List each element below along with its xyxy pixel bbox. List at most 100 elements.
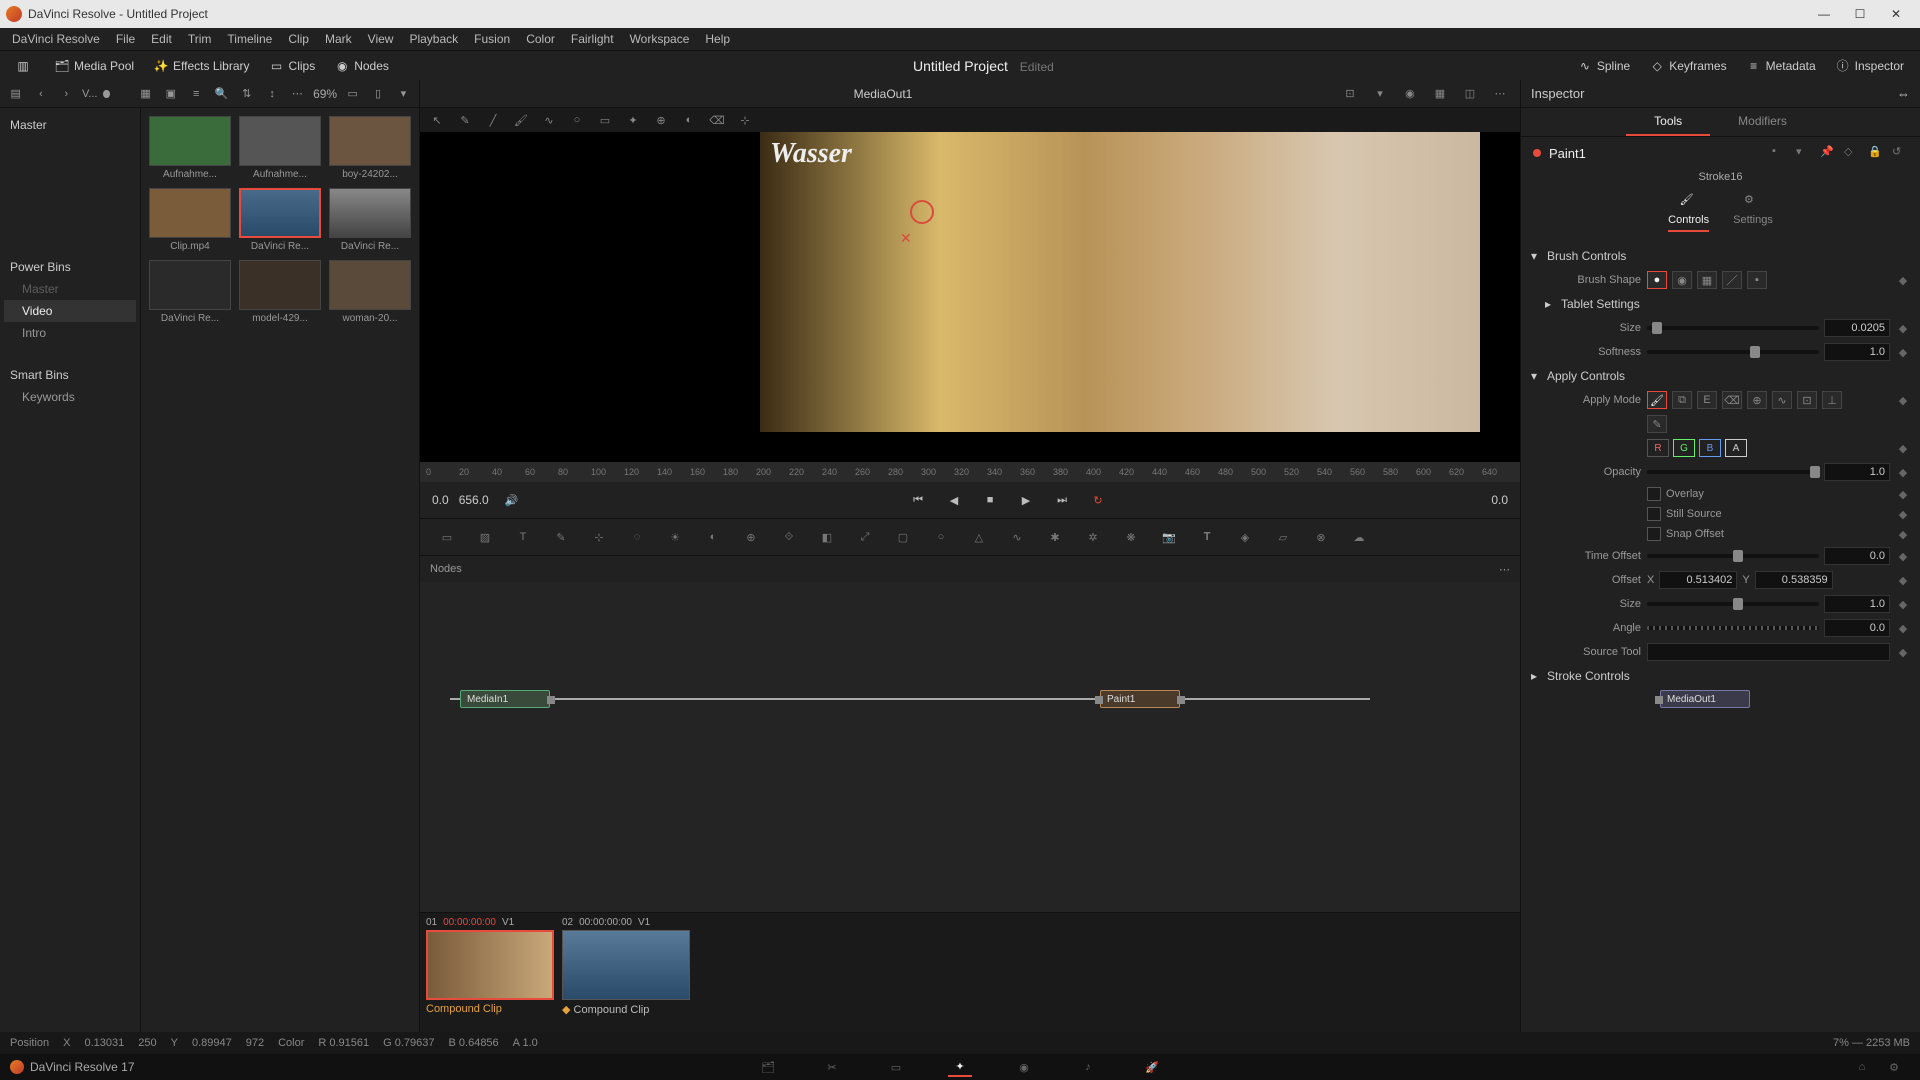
menu-clip[interactable]: Clip <box>280 30 317 48</box>
clip-item[interactable]: DaVinci Re... <box>239 188 321 252</box>
eraser-tool-icon[interactable]: ⌫ <box>708 111 726 129</box>
angle-value[interactable]: 0.0 <box>1824 619 1890 637</box>
paint-tool-icon[interactable]: ✎ <box>550 526 572 548</box>
snap-offset-checkbox[interactable] <box>1647 527 1661 541</box>
offset-x-value[interactable]: 0.513402 <box>1659 571 1737 589</box>
clip-item[interactable]: boy-24202... <box>329 116 411 180</box>
viewer-grid-button[interactable]: ▦ <box>1428 83 1452 105</box>
particles-tool-icon[interactable]: ✱ <box>1044 526 1066 548</box>
inspector-expand-button[interactable]: ⇔ <box>1897 86 1910 101</box>
brush-shape-custom-button[interactable]: ▪ <box>1747 271 1767 289</box>
clip-strip-item[interactable]: 0200:00:00:00V1 ◆ Compound Clip <box>562 917 690 1028</box>
freehand-tool-icon[interactable]: ✎ <box>456 111 474 129</box>
imageplane-tool-icon[interactable]: ▱ <box>1272 526 1294 548</box>
brush-shape-square-button[interactable]: ▦ <box>1697 271 1717 289</box>
apply-mode-smear-button[interactable]: ∿ <box>1772 391 1792 409</box>
node-pin-button[interactable]: 📌 <box>1820 145 1836 161</box>
brush-shape-soft-button[interactable]: ◉ <box>1672 271 1692 289</box>
nodes-options-button[interactable]: ⋯ <box>1499 563 1510 576</box>
apply-mode-color-button[interactable]: 🖌 <box>1647 391 1667 409</box>
select-tool-icon[interactable]: ↖ <box>428 111 446 129</box>
menu-help[interactable]: Help <box>697 30 738 48</box>
channel-a-button[interactable]: A <box>1725 439 1747 457</box>
brush-shape-circle-button[interactable]: ● <box>1647 271 1667 289</box>
page-color-button[interactable]: ◉ <box>1012 1057 1036 1077</box>
keyframe-button[interactable]: ◆ <box>1896 346 1910 359</box>
layout-dropdown-button[interactable]: ▾ <box>394 82 413 106</box>
prender-tool-icon[interactable]: ✲ <box>1082 526 1104 548</box>
merge3d-tool-icon[interactable]: ⊗ <box>1310 526 1332 548</box>
node-reset-button[interactable]: ↺ <box>1892 145 1908 161</box>
picker-tool-icon[interactable]: ⊹ <box>736 111 754 129</box>
brush-shape-line-button[interactable]: ／ <box>1722 271 1742 289</box>
circle-tool-icon[interactable]: ○ <box>568 111 586 129</box>
keyframe-button[interactable]: ◆ <box>1896 622 1910 635</box>
maximize-button[interactable]: ☐ <box>1842 2 1878 26</box>
apply-mode-stamp-button[interactable]: ⊡ <box>1797 391 1817 409</box>
keyframe-button[interactable]: ◆ <box>1896 574 1910 587</box>
tab-tools[interactable]: Tools <box>1626 108 1710 136</box>
clips-button[interactable]: ▭Clips <box>260 55 326 77</box>
page-deliver-button[interactable]: 🚀 <box>1140 1057 1164 1077</box>
effects-library-button[interactable]: ✨Effects Library <box>144 55 259 77</box>
node-versions-button[interactable]: ▾ <box>1796 145 1812 161</box>
sort-button[interactable]: ↕ <box>262 82 281 106</box>
view-list-button[interactable]: ≡ <box>187 82 206 106</box>
node-paint[interactable]: Paint1 <box>1100 690 1180 708</box>
polyline-tool-icon[interactable]: ╱ <box>484 111 502 129</box>
menu-mark[interactable]: Mark <box>317 30 360 48</box>
time-offset-value[interactable]: 0.0 <box>1824 547 1890 565</box>
background-tool-icon[interactable]: ▭ <box>436 526 458 548</box>
clip-item[interactable]: model-429... <box>239 260 321 324</box>
viewer-canvas[interactable]: Wasser ✕ <box>420 132 1520 462</box>
keyframe-button[interactable]: ◆ <box>1896 508 1910 521</box>
overlay-checkbox[interactable] <box>1647 487 1661 501</box>
volume-button[interactable]: 🔊 <box>499 487 525 513</box>
text-tool-icon[interactable]: T <box>512 526 534 548</box>
matte-tool-icon[interactable]: ◧ <box>816 526 838 548</box>
spline-button[interactable]: ∿Spline <box>1568 55 1640 77</box>
menu-trim[interactable]: Trim <box>180 30 220 48</box>
ellipse-mask-icon[interactable]: ○ <box>930 526 952 548</box>
apply-mode-erase-button[interactable]: ⌫ <box>1722 391 1742 409</box>
clip-item[interactable]: DaVinci Re... <box>149 260 231 324</box>
keyframe-button[interactable]: ◆ <box>1896 442 1910 455</box>
bin-mode-button[interactable]: ▤ <box>6 82 25 106</box>
clone-tool-icon[interactable]: ⊕ <box>652 111 670 129</box>
mask-tool-icon[interactable]: ◐ <box>680 111 698 129</box>
page-fairlight-button[interactable]: ♪ <box>1076 1057 1100 1077</box>
time-ruler[interactable]: 0204060801001201401601802002202402602803… <box>420 462 1520 482</box>
size-slider[interactable] <box>1647 326 1819 330</box>
channel-g-button[interactable]: G <box>1673 439 1695 457</box>
view-mode-label[interactable]: V... <box>82 88 98 100</box>
rect-tool-icon[interactable]: ▭ <box>596 111 614 129</box>
home-button[interactable]: ⌂ <box>1850 1057 1874 1077</box>
brightness-tool-icon[interactable]: ◐ <box>702 526 724 548</box>
node-graph[interactable]: MediaIn1 Paint1 MediaOut1 <box>420 582 1520 912</box>
apply-mode-merge-button[interactable]: ⊕ <box>1747 391 1767 409</box>
smart-bins-header[interactable]: Smart Bins <box>4 364 136 386</box>
node-lock-button[interactable]: 🔒 <box>1868 145 1884 161</box>
viewer-channel-button[interactable]: ◉ <box>1398 83 1422 105</box>
fastnoise-tool-icon[interactable]: ▨ <box>474 526 496 548</box>
clip-item[interactable]: Aufnahme... <box>239 116 321 180</box>
menu-fusion[interactable]: Fusion <box>466 30 518 48</box>
shape3d-tool-icon[interactable]: ◈ <box>1234 526 1256 548</box>
step-back-button[interactable]: ◀ <box>941 487 967 513</box>
clip-item[interactable]: Clip.mp4 <box>149 188 231 252</box>
opacity-slider[interactable] <box>1647 470 1819 474</box>
input-size-slider[interactable] <box>1647 602 1819 606</box>
clip-item[interactable]: Aufnahme... <box>149 116 231 180</box>
node-color-button[interactable]: ▪ <box>1772 145 1788 161</box>
viewer-fit-button[interactable]: ⊡ <box>1338 83 1362 105</box>
rectangle-mask-icon[interactable]: ▢ <box>892 526 914 548</box>
apply-mode-emboss-button[interactable]: E <box>1697 391 1717 409</box>
pemitter-tool-icon[interactable]: ❋ <box>1120 526 1142 548</box>
options-button[interactable]: ⋯ <box>288 82 307 106</box>
stop-button[interactable]: ■ <box>977 487 1003 513</box>
keyframe-button[interactable]: ◆ <box>1896 550 1910 563</box>
master-bin[interactable]: Master <box>4 114 136 136</box>
menu-file[interactable]: File <box>108 30 143 48</box>
minimize-button[interactable]: — <box>1806 2 1842 26</box>
toggle-layout-button[interactable]: ▥ <box>6 55 45 77</box>
